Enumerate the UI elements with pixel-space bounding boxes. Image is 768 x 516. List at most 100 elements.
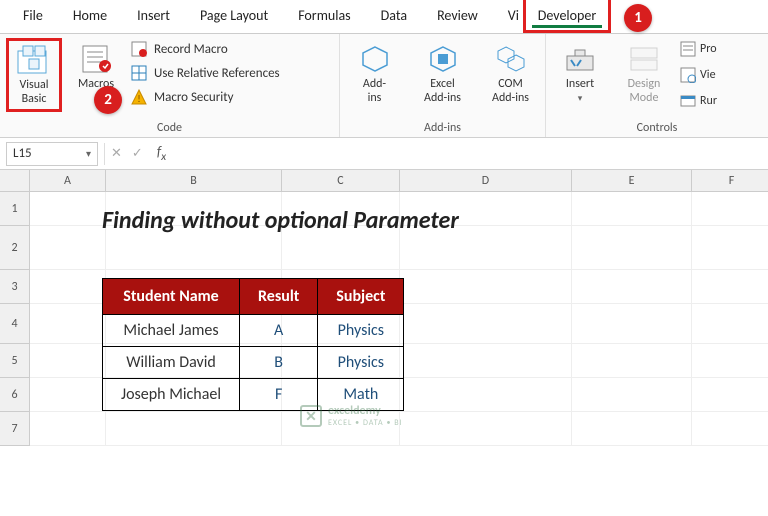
- com-addins-button[interactable]: COM Add-ins: [483, 38, 539, 110]
- tab-home[interactable]: Home: [58, 0, 122, 33]
- row-header-5[interactable]: 5: [0, 344, 30, 378]
- tab-pagelayout[interactable]: Page Layout: [185, 0, 283, 33]
- cell-subject[interactable]: Physics: [318, 347, 404, 379]
- excel-addins-label: Excel Add-ins: [424, 78, 461, 106]
- addins-icon: [358, 42, 392, 76]
- watermark-tag: EXCEL • DATA • BI: [328, 418, 403, 428]
- table-row[interactable]: Michael JamesAPhysics: [103, 315, 404, 347]
- tab-insert[interactable]: Insert: [122, 0, 185, 33]
- insert-control-button[interactable]: Insert ▾: [552, 38, 608, 108]
- tab-formulas[interactable]: Formulas: [283, 0, 365, 33]
- macro-security-label: Macro Security: [154, 90, 233, 105]
- cell-result[interactable]: B: [240, 347, 318, 379]
- use-relative-button[interactable]: Use Relative References: [130, 64, 280, 82]
- record-macro-button[interactable]: Record Macro: [130, 40, 280, 58]
- formula-bar: L15 ▾ ✕ ✓ fx: [0, 138, 768, 170]
- group-addins-label: Add-ins: [346, 119, 539, 135]
- group-code-label: Code: [6, 119, 333, 135]
- name-box[interactable]: L15 ▾: [6, 142, 98, 166]
- ruler-icon: [627, 42, 661, 76]
- code-icon: [680, 67, 696, 83]
- row-header-4[interactable]: 4: [0, 304, 30, 344]
- watermark-brand: exceldemy: [328, 404, 403, 418]
- col-subject[interactable]: Subject: [318, 279, 404, 315]
- watermark: ✕ exceldemy EXCEL • DATA • BI: [300, 404, 403, 428]
- worksheet[interactable]: 1234567 ABCDEF Finding without optional …: [0, 170, 768, 446]
- tab-review[interactable]: Review: [422, 0, 493, 33]
- excel-addins-icon: [426, 42, 460, 76]
- col-header-B[interactable]: B: [106, 170, 282, 192]
- col-header-C[interactable]: C: [282, 170, 400, 192]
- design-mode-label: Design Mode: [628, 78, 661, 106]
- use-relative-label: Use Relative References: [154, 66, 280, 81]
- tab-developer[interactable]: Developer: [523, 0, 611, 33]
- com-addins-label: COM Add-ins: [492, 78, 529, 106]
- data-table: Student Name Result Subject Michael Jame…: [102, 278, 404, 411]
- macros-icon: [79, 42, 113, 76]
- toolbox-icon: [563, 42, 597, 76]
- addins-button[interactable]: Add- ins: [347, 38, 403, 110]
- com-addins-icon: [494, 42, 528, 76]
- group-addins: Add- ins Excel Add-ins COM Add-ins Add-i…: [340, 34, 546, 137]
- table-row[interactable]: William DavidBPhysics: [103, 347, 404, 379]
- fx-icon[interactable]: fx: [157, 143, 166, 164]
- row-header-1[interactable]: 1: [0, 192, 30, 226]
- tab-file[interactable]: File: [8, 0, 58, 33]
- row-header-3[interactable]: 3: [0, 270, 30, 304]
- warning-icon: !: [130, 88, 148, 106]
- check-icon[interactable]: ✓: [132, 146, 143, 161]
- cell-student-name[interactable]: Joseph Michael: [103, 379, 240, 411]
- chevron-down-icon: ▾: [578, 94, 583, 104]
- cell-subject[interactable]: Physics: [318, 315, 404, 347]
- ribbon-tabs: File Home Insert Page Layout Formulas Da…: [0, 0, 768, 34]
- name-box-value: L15: [13, 146, 32, 161]
- tab-data[interactable]: Data: [366, 0, 422, 33]
- col-result[interactable]: Result: [240, 279, 318, 315]
- cell-student-name[interactable]: Michael James: [103, 315, 240, 347]
- properties-icon: [680, 41, 696, 57]
- callout-1: 1: [624, 4, 652, 32]
- formula-input[interactable]: [166, 142, 768, 166]
- excel-addins-button[interactable]: Excel Add-ins: [415, 38, 471, 110]
- row-header-2[interactable]: 2: [0, 226, 30, 270]
- group-controls-label: Controls: [552, 119, 762, 135]
- insert-control-label: Insert: [566, 78, 594, 92]
- view-code-label: Vie: [700, 68, 716, 82]
- chevron-down-icon[interactable]: ▾: [86, 147, 91, 160]
- visual-basic-button[interactable]: Visual Basic: [6, 38, 62, 112]
- cancel-icon[interactable]: ✕: [111, 146, 122, 161]
- table-header-row: Student Name Result Subject: [103, 279, 404, 315]
- col-header-D[interactable]: D: [400, 170, 572, 192]
- page-title: Finding without optional Parameter: [102, 206, 459, 235]
- macros-button[interactable]: Macros: [68, 38, 124, 96]
- ribbon: Visual Basic Macros Record Macro Use Rel…: [0, 34, 768, 138]
- properties-button[interactable]: Pro: [680, 38, 717, 60]
- col-header-F[interactable]: F: [692, 170, 768, 192]
- addins-label: Add- ins: [363, 78, 386, 106]
- design-mode-button[interactable]: Design Mode: [616, 38, 672, 110]
- properties-label: Pro: [700, 42, 717, 56]
- svg-text:!: !: [137, 92, 140, 105]
- dialog-icon: [680, 93, 696, 109]
- select-all-corner[interactable]: [0, 170, 30, 192]
- col-student-name[interactable]: Student Name: [103, 279, 240, 315]
- row-header-6[interactable]: 6: [0, 378, 30, 412]
- view-code-button[interactable]: Vie: [680, 64, 717, 86]
- group-controls: Insert ▾ Design Mode Pro Vie Rur: [546, 34, 768, 137]
- row-header-7[interactable]: 7: [0, 412, 30, 446]
- group-code: Visual Basic Macros Record Macro Use Rel…: [0, 34, 340, 137]
- run-dialog-button[interactable]: Rur: [680, 90, 717, 112]
- macro-security-button[interactable]: ! Macro Security: [130, 88, 280, 106]
- record-macro-icon: [130, 40, 148, 58]
- col-header-E[interactable]: E: [572, 170, 692, 192]
- visual-basic-label: Visual Basic: [19, 79, 48, 107]
- run-dialog-label: Rur: [700, 94, 717, 108]
- grid-icon: [130, 64, 148, 82]
- callout-2: 2: [94, 86, 122, 114]
- watermark-logo-icon: ✕: [300, 405, 322, 427]
- visual-basic-icon: [17, 43, 51, 77]
- cell-result[interactable]: A: [240, 315, 318, 347]
- tab-view[interactable]: Vi: [493, 0, 523, 33]
- col-header-A[interactable]: A: [30, 170, 106, 192]
- cell-student-name[interactable]: William David: [103, 347, 240, 379]
